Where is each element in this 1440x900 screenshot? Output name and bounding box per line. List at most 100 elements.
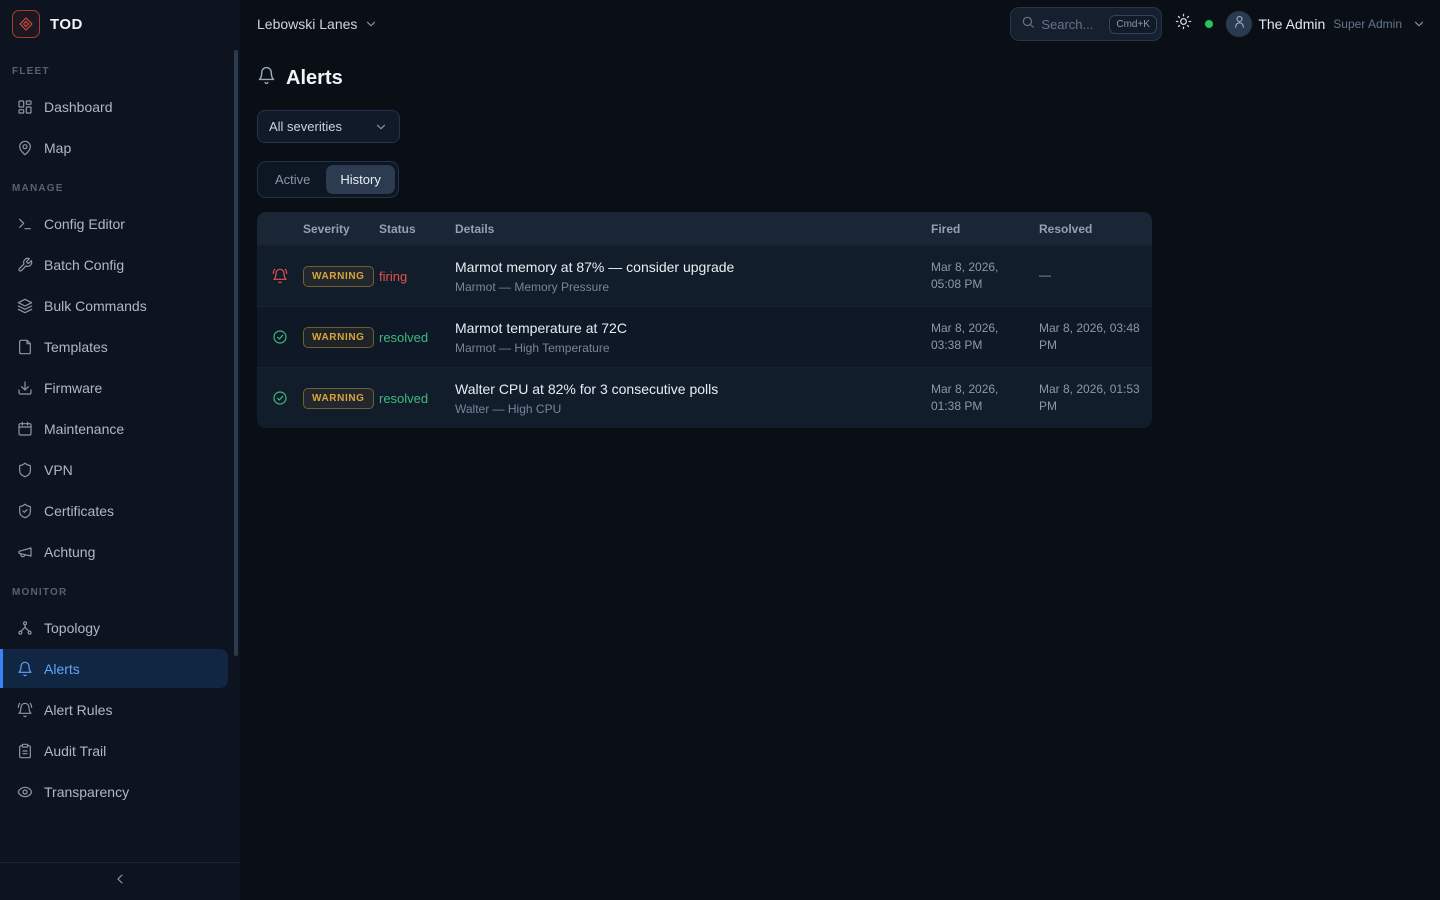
resolved-time: Mar 8, 2026, 01:53 PM — [1039, 381, 1152, 416]
download-icon — [17, 380, 33, 396]
sidebar-section: MANAGE Config Editor Batch Config Bulk C… — [0, 169, 240, 571]
chevron-left-icon — [112, 871, 128, 892]
sidebar-item-firmware[interactable]: Firmware — [0, 368, 240, 407]
sidebar-item-map[interactable]: Map — [0, 128, 240, 167]
sidebar-item-alert-rules[interactable]: Alert Rules — [0, 690, 240, 729]
page-content: Alerts All severities Active History Sev… — [240, 48, 1440, 428]
bell-ring-icon — [17, 702, 33, 718]
alert-title: Marmot temperature at 72C — [455, 320, 931, 336]
calendar-icon — [17, 421, 33, 437]
shield-check-icon — [17, 503, 33, 519]
page-header: Alerts — [257, 66, 1423, 90]
status-text: resolved — [379, 391, 455, 406]
search-box[interactable]: Cmd+K — [1010, 7, 1162, 41]
app-logo-icon — [12, 10, 40, 38]
bell-icon — [17, 661, 33, 677]
org-selector[interactable]: Lebowski Lanes — [257, 16, 378, 32]
severity-badge: WARNING — [303, 327, 374, 348]
check-circle-icon — [257, 329, 303, 345]
sun-icon — [1175, 13, 1192, 35]
sidebar-item-transparency[interactable]: Transparency — [0, 772, 240, 811]
table-row[interactable]: WARNING resolved Walter CPU at 82% for 3… — [257, 367, 1152, 428]
table-body: WARNING firing Marmot memory at 87% — co… — [257, 245, 1152, 428]
chevron-down-icon — [374, 120, 388, 134]
sidebar-item-batch-config[interactable]: Batch Config — [0, 245, 240, 284]
wrench-icon — [17, 257, 33, 273]
sidebar-item-config-editor[interactable]: Config Editor — [0, 204, 240, 243]
user-menu[interactable]: The Admin Super Admin — [1226, 11, 1426, 37]
sidebar-section-label: FLEET — [0, 52, 240, 85]
sidebar-item-bulk-commands[interactable]: Bulk Commands — [0, 286, 240, 325]
sidebar-scrollbar[interactable] — [234, 50, 238, 656]
status-text: resolved — [379, 330, 455, 345]
header-cell-status: Status — [379, 222, 455, 236]
shield-icon — [17, 462, 33, 478]
map-pin-icon — [17, 140, 33, 156]
eye-icon — [17, 784, 33, 800]
fired-time: Mar 8, 2026, 03:38 PM — [931, 320, 1039, 355]
megaphone-icon — [17, 544, 33, 560]
fired-time: Mar 8, 2026, 05:08 PM — [931, 259, 1039, 294]
avatar — [1226, 11, 1252, 37]
app-name: TOD — [50, 16, 83, 33]
sidebar-section: FLEET Dashboard Map — [0, 52, 240, 167]
sidebar-nav: FLEET Dashboard Map MANAGE Config Editor… — [0, 48, 240, 862]
status-text: firing — [379, 269, 455, 284]
header-cell-details: Details — [455, 222, 931, 236]
org-selector-label: Lebowski Lanes — [257, 16, 357, 32]
sidebar-item-vpn[interactable]: VPN — [0, 450, 240, 489]
alert-title: Marmot memory at 87% — consider upgrade — [455, 259, 931, 275]
sidebar-section: MONITOR Topology Alerts Alert Rules Audi… — [0, 573, 240, 811]
tab-active[interactable]: Active — [261, 165, 324, 194]
bell-icon — [257, 66, 276, 90]
search-shortcut-badge: Cmd+K — [1109, 15, 1157, 34]
chevron-down-icon — [1412, 17, 1426, 31]
search-icon — [1021, 15, 1035, 34]
sidebar-item-audit-trail[interactable]: Audit Trail — [0, 731, 240, 770]
severity-badge: WARNING — [303, 266, 374, 287]
clipboard-icon — [17, 743, 33, 759]
user-role: Super Admin — [1333, 17, 1402, 31]
header-cell-resolved: Resolved — [1039, 222, 1152, 236]
topbar: Lebowski Lanes Cmd+K — [240, 0, 1440, 48]
network-icon — [17, 620, 33, 636]
tab-history[interactable]: History — [326, 165, 394, 194]
layers-icon — [17, 298, 33, 314]
table-header: Severity Status Details Fired Resolved — [257, 212, 1152, 245]
alerts-table: Severity Status Details Fired Resolved W… — [257, 212, 1152, 428]
alerts-tabs: Active History — [257, 161, 399, 198]
theme-toggle-button[interactable] — [1175, 13, 1192, 35]
sidebar-section-label: MONITOR — [0, 573, 240, 606]
sidebar-item-topology[interactable]: Topology — [0, 608, 240, 647]
connection-status-dot — [1205, 20, 1213, 28]
severity-filter-select[interactable]: All severities — [257, 110, 400, 143]
table-row[interactable]: WARNING firing Marmot memory at 87% — co… — [257, 245, 1152, 306]
sidebar-section-label: MANAGE — [0, 169, 240, 202]
sidebar-item-templates[interactable]: Templates — [0, 327, 240, 366]
sidebar-item-achtung[interactable]: Achtung — [0, 532, 240, 571]
sidebar-collapse-button[interactable] — [0, 862, 240, 900]
sidebar-item-certificates[interactable]: Certificates — [0, 491, 240, 530]
header-cell-fired: Fired — [931, 222, 1039, 236]
page-title: Alerts — [286, 67, 343, 90]
sidebar: TOD FLEET Dashboard Map MANAGE Config Ed… — [0, 0, 240, 900]
sidebar-item-maintenance[interactable]: Maintenance — [0, 409, 240, 448]
terminal-icon — [17, 216, 33, 232]
chevron-down-icon — [364, 17, 378, 31]
topbar-right: Cmd+K The Admin Super Admin — [1010, 7, 1426, 41]
bell-ring-icon — [257, 268, 303, 284]
resolved-time: — — [1039, 267, 1152, 284]
sidebar-item-dashboard[interactable]: Dashboard — [0, 87, 240, 126]
sidebar-item-alerts[interactable]: Alerts — [0, 649, 228, 688]
resolved-time: Mar 8, 2026, 03:48 PM — [1039, 320, 1152, 355]
search-input[interactable] — [1041, 17, 1103, 32]
severity-badge: WARNING — [303, 388, 374, 409]
logo-row: TOD — [0, 0, 240, 48]
main-column: Lebowski Lanes Cmd+K — [240, 0, 1440, 900]
severity-filter-value: All severities — [269, 119, 342, 134]
alert-subtitle: Walter — High CPU — [455, 402, 931, 416]
app-root: TOD FLEET Dashboard Map MANAGE Config Ed… — [0, 0, 1440, 900]
table-row[interactable]: WARNING resolved Marmot temperature at 7… — [257, 306, 1152, 367]
user-icon — [1232, 14, 1247, 34]
check-circle-icon — [257, 390, 303, 406]
